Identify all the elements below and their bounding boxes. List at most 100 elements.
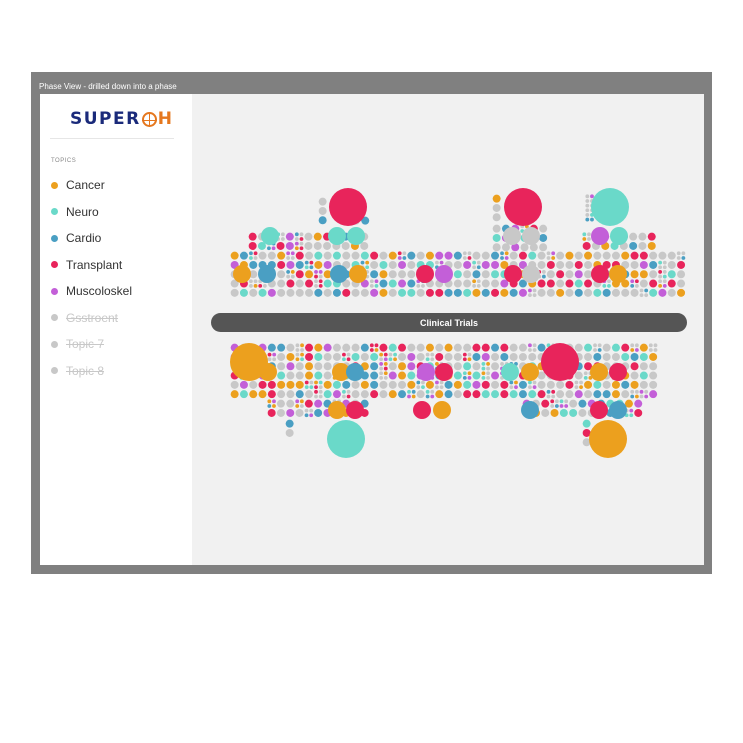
bubble[interactable] xyxy=(602,343,611,352)
small-bubble[interactable] xyxy=(267,404,272,408)
bubble[interactable] xyxy=(639,279,648,288)
bubble[interactable] xyxy=(330,265,348,283)
small-bubble[interactable] xyxy=(290,274,295,279)
small-bubble[interactable] xyxy=(374,279,379,284)
bubble[interactable] xyxy=(520,243,529,252)
bubble[interactable] xyxy=(286,260,295,269)
bubble[interactable] xyxy=(398,270,407,279)
bubble[interactable] xyxy=(550,408,559,417)
small-bubble[interactable] xyxy=(397,251,402,256)
topic-item-cardio[interactable]: Cardio xyxy=(51,230,101,246)
small-bubble[interactable] xyxy=(658,260,663,265)
bubble[interactable] xyxy=(347,227,365,245)
bubble[interactable] xyxy=(492,224,501,233)
bubble[interactable] xyxy=(276,241,285,250)
small-bubble[interactable] xyxy=(579,385,583,390)
bubble[interactable] xyxy=(388,260,397,269)
small-bubble[interactable] xyxy=(314,270,318,274)
small-bubble[interactable] xyxy=(300,343,304,348)
bubble[interactable] xyxy=(328,227,346,245)
small-bubble[interactable] xyxy=(299,246,304,251)
bubble[interactable] xyxy=(295,260,304,269)
bubble[interactable] xyxy=(546,380,555,389)
bubble[interactable] xyxy=(481,343,490,352)
bubble[interactable] xyxy=(602,251,611,260)
bubble[interactable] xyxy=(453,390,462,399)
bubble[interactable] xyxy=(249,380,258,389)
small-bubble[interactable] xyxy=(486,366,490,371)
small-bubble[interactable] xyxy=(472,260,477,265)
bubble[interactable] xyxy=(239,380,248,389)
bubble[interactable] xyxy=(491,352,500,361)
bubble[interactable] xyxy=(295,408,304,417)
bubble[interactable] xyxy=(295,279,304,288)
small-bubble[interactable] xyxy=(346,352,351,357)
bubble[interactable] xyxy=(521,401,539,419)
small-bubble[interactable] xyxy=(383,375,388,380)
small-bubble[interactable] xyxy=(258,283,263,288)
bubble[interactable] xyxy=(342,251,351,260)
bubble[interactable] xyxy=(370,260,379,269)
bubble[interactable] xyxy=(539,243,548,252)
small-bubble[interactable] xyxy=(554,404,559,408)
topic-item-topic-7[interactable]: Topic 7 xyxy=(51,336,104,352)
bubble[interactable] xyxy=(407,343,416,352)
small-bubble[interactable] xyxy=(439,260,444,265)
bubble[interactable] xyxy=(351,390,360,399)
bubble[interactable] xyxy=(305,390,314,399)
bubble[interactable] xyxy=(305,270,314,279)
bubble[interactable] xyxy=(398,380,407,389)
small-bubble[interactable] xyxy=(383,371,388,376)
small-bubble[interactable] xyxy=(481,375,486,380)
small-bubble[interactable] xyxy=(467,371,472,376)
bubble[interactable] xyxy=(342,343,351,352)
bubble[interactable] xyxy=(621,380,630,389)
small-bubble[interactable] xyxy=(314,385,318,390)
small-bubble[interactable] xyxy=(318,394,323,399)
small-bubble[interactable] xyxy=(504,251,509,256)
bubble[interactable] xyxy=(463,343,472,352)
bubble[interactable] xyxy=(314,371,323,380)
bubble[interactable] xyxy=(323,260,332,269)
bubble[interactable] xyxy=(323,241,332,250)
small-bubble[interactable] xyxy=(662,274,667,279)
bubble[interactable] xyxy=(295,380,304,389)
bubble[interactable] xyxy=(677,260,686,269)
small-bubble[interactable] xyxy=(476,279,481,284)
small-bubble[interactable] xyxy=(304,385,309,390)
small-bubble[interactable] xyxy=(546,394,551,399)
bubble[interactable] xyxy=(249,260,258,269)
small-bubble[interactable] xyxy=(249,251,253,256)
bubble[interactable] xyxy=(295,270,304,279)
bubble[interactable] xyxy=(528,390,537,399)
small-bubble[interactable] xyxy=(430,357,435,362)
bubble[interactable] xyxy=(584,380,593,389)
small-bubble[interactable] xyxy=(318,283,323,288)
small-bubble[interactable] xyxy=(309,260,314,265)
small-bubble[interactable] xyxy=(467,352,472,357)
bubble[interactable] xyxy=(285,419,294,428)
bubble[interactable] xyxy=(417,363,435,381)
small-bubble[interactable] xyxy=(304,265,309,270)
bubble[interactable] xyxy=(593,251,602,260)
bubble[interactable] xyxy=(379,343,388,352)
small-bubble[interactable] xyxy=(295,348,300,352)
bubble[interactable] xyxy=(305,251,314,260)
small-bubble[interactable] xyxy=(342,389,346,394)
bubble[interactable] xyxy=(639,380,648,389)
bubble[interactable] xyxy=(647,232,656,241)
small-bubble[interactable] xyxy=(267,246,271,251)
small-bubble[interactable] xyxy=(407,394,411,399)
small-bubble[interactable] xyxy=(346,394,351,399)
small-bubble[interactable] xyxy=(430,352,435,357)
bubble[interactable] xyxy=(435,343,444,352)
small-bubble[interactable] xyxy=(421,283,425,288)
small-bubble[interactable] xyxy=(249,279,253,284)
bubble[interactable] xyxy=(634,399,643,408)
bubble[interactable] xyxy=(295,251,304,260)
topic-item-cancer[interactable]: Cancer xyxy=(51,177,105,193)
bubble[interactable] xyxy=(556,279,565,288)
small-bubble[interactable] xyxy=(559,404,564,408)
small-bubble[interactable] xyxy=(425,352,430,357)
bubble[interactable] xyxy=(481,390,490,399)
